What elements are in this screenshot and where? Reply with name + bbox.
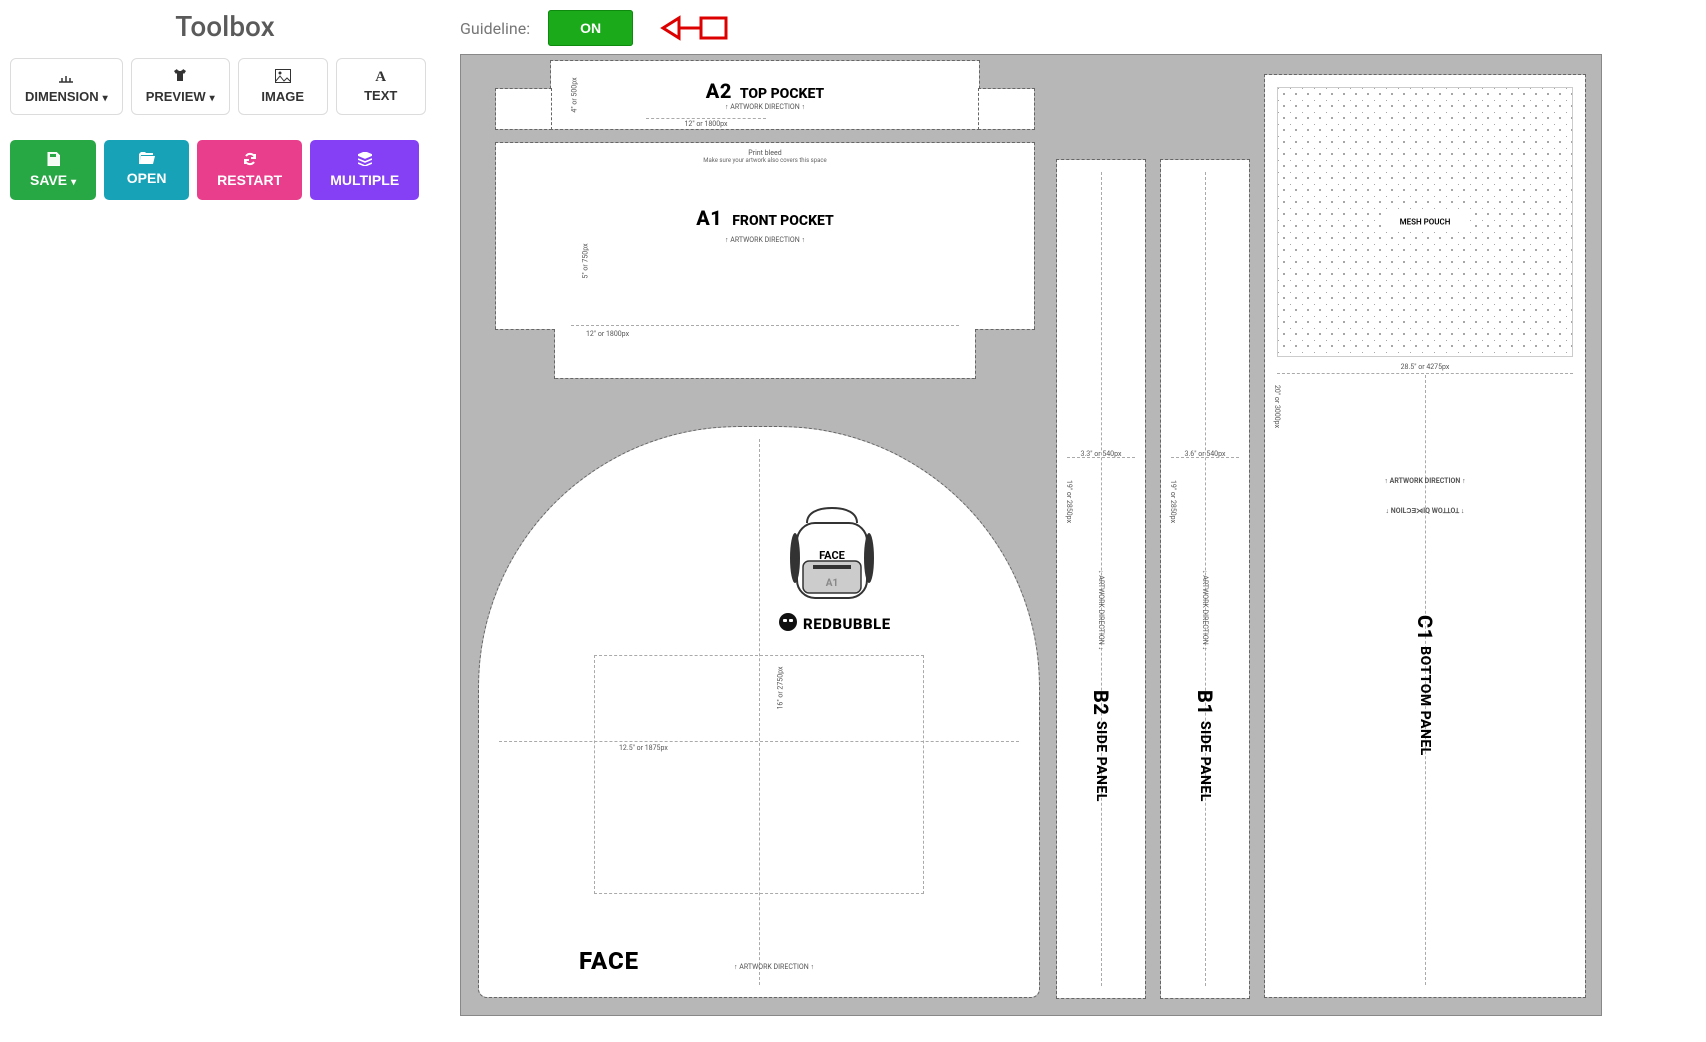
refresh-icon <box>243 152 257 168</box>
main-area: Guideline: ON A2 TOP POCKET ↑ ARTWORK DI… <box>460 10 1696 1016</box>
brand-label: REDBUBBLE <box>803 615 891 633</box>
b2-code: B2 <box>1089 690 1113 715</box>
a1-width-dim: 12" or 1800px <box>586 330 629 338</box>
ruler-icon <box>58 69 74 86</box>
b1-artwork-direction: ↓ ARTWORK DIRECTION ↓ <box>1201 570 1209 650</box>
restart-button[interactable]: RESTART <box>197 140 302 200</box>
bag-face-label: FACE <box>777 549 887 562</box>
preview-button[interactable]: PREVIEW ▾ <box>131 58 230 115</box>
tshirt-icon <box>171 69 189 86</box>
panel-c1-bottom: MESH POUCH 28.5" or 4275px 20" or 3000px… <box>1265 75 1585 997</box>
a2-name: TOP POCKET <box>740 86 824 102</box>
c1-code: C1 <box>1413 615 1437 641</box>
multiple-button[interactable]: MULTIPLE <box>310 140 419 200</box>
text-label: TEXT <box>364 88 397 103</box>
image-button[interactable]: IMAGE <box>238 58 328 115</box>
panel-b2-side: 3.3" or 540px 19" or 2850px ↓ ARTWORK DI… <box>1057 160 1145 998</box>
guideline-toggle-button[interactable]: ON <box>548 10 633 46</box>
panel-b1-side: 3.6" or 540px 19" or 2850px ↓ ARTWORK DI… <box>1161 160 1249 998</box>
face-artwork-direction: ↑ ARTWORK DIRECTION ↑ <box>734 963 814 971</box>
a1-artwork-direction: ↑ ARTWORK DIRECTION ↑ <box>496 236 1034 244</box>
c1-dir-up: ↑ ARTWORK DIRECTION ↑ <box>1384 477 1465 485</box>
a1-name: FRONT POCKET <box>732 213 833 229</box>
tool-row-actions: SAVE ▾ OPEN RESTART MULTIPLE <box>10 140 440 200</box>
layers-icon <box>358 152 372 168</box>
restart-label: RESTART <box>217 172 282 188</box>
template-canvas[interactable]: A2 TOP POCKET ↑ ARTWORK DIRECTION ↑ 12" … <box>460 54 1602 1016</box>
chevron-down-icon: ▾ <box>210 93 215 104</box>
panel-a1-front-pocket: Print bleed Make sure your artwork also … <box>496 143 1034 378</box>
a1-bleed-note: Make sure your artwork also covers this … <box>496 157 1034 164</box>
guideline-bar: Guideline: ON <box>460 10 1696 46</box>
a1-code: A1 <box>696 206 722 230</box>
toolbox-sidebar: Toolbox DIMENSION ▾ PREVIEW ▾ IMAGE <box>10 10 460 1016</box>
brand-row: REDBUBBLE <box>779 613 891 635</box>
c1-width-dim: 28.5" or 4275px <box>1401 363 1450 371</box>
c1-height-dim: 20" or 3000px <box>1273 385 1281 428</box>
chevron-down-icon: ▾ <box>71 177 76 188</box>
face-width-dim: 12.5" or 1875px <box>619 744 668 752</box>
tool-row-primary: DIMENSION ▾ PREVIEW ▾ IMAGE A TEXT <box>10 58 440 115</box>
b2-artwork-direction: ↓ ARTWORK DIRECTION ↓ <box>1097 570 1105 650</box>
preview-label: PREVIEW <box>146 89 206 104</box>
image-icon <box>275 69 291 86</box>
mesh-pouch-label: MESH POUCH <box>1382 213 1469 232</box>
a1-height-dim: 5" or 750px <box>582 243 590 278</box>
b1-code: B1 <box>1193 690 1217 715</box>
c1-name: BOTTOM PANEL <box>1417 646 1433 756</box>
a2-width-dim: 12" or 1800px <box>646 118 766 128</box>
app-root: Toolbox DIMENSION ▾ PREVIEW ▾ IMAGE <box>0 0 1706 1026</box>
open-label: OPEN <box>127 170 167 186</box>
mesh-pouch-area: MESH POUCH <box>1277 87 1573 357</box>
save-icon <box>46 152 60 168</box>
multiple-label: MULTIPLE <box>330 172 399 188</box>
text-button[interactable]: A TEXT <box>336 58 426 115</box>
guideline-label: Guideline: <box>460 19 530 38</box>
bag-a1-label: A1 <box>777 578 887 589</box>
b1-height-dim: 19" or 2850px <box>1169 480 1177 523</box>
a1-bleed-label: Print bleed <box>496 143 1034 157</box>
chevron-down-icon: ▾ <box>103 93 108 104</box>
b1-name: SIDE PANEL <box>1197 721 1213 802</box>
c1-dir-down: ↓ NOILƆƎ⋊IQ WOꞱꞱOꞱ ↓ <box>1386 507 1465 516</box>
image-label: IMAGE <box>261 89 304 104</box>
b2-name: SIDE PANEL <box>1093 721 1109 802</box>
save-button[interactable]: SAVE ▾ <box>10 140 96 200</box>
toolbox-title: Toolbox <box>10 10 440 43</box>
a2-height-dim: 4" or 500px <box>571 77 579 112</box>
save-label: SAVE <box>30 172 67 188</box>
face-label: FACE <box>579 947 639 975</box>
open-button[interactable]: OPEN <box>104 140 189 200</box>
face-height-dim: 16" or 2750px <box>777 666 785 709</box>
dimension-label: DIMENSION <box>25 89 99 104</box>
text-icon: A <box>375 70 386 85</box>
dimension-button[interactable]: DIMENSION ▾ <box>10 58 123 115</box>
folder-open-icon <box>139 152 155 166</box>
callout-arrow-icon <box>651 10 731 46</box>
panel-a2-top-pocket: A2 TOP POCKET ↑ ARTWORK DIRECTION ↑ 12" … <box>551 61 979 129</box>
panel-face: FACE A1 REDBUBBLE 12.5" or 1875px 16" or… <box>479 427 1039 997</box>
a2-artwork-direction: ↑ ARTWORK DIRECTION ↑ <box>725 103 805 111</box>
redbubble-logo-icon <box>779 613 797 635</box>
b2-height-dim: 19" or 2850px <box>1065 480 1073 523</box>
a2-code: A2 <box>706 79 732 103</box>
